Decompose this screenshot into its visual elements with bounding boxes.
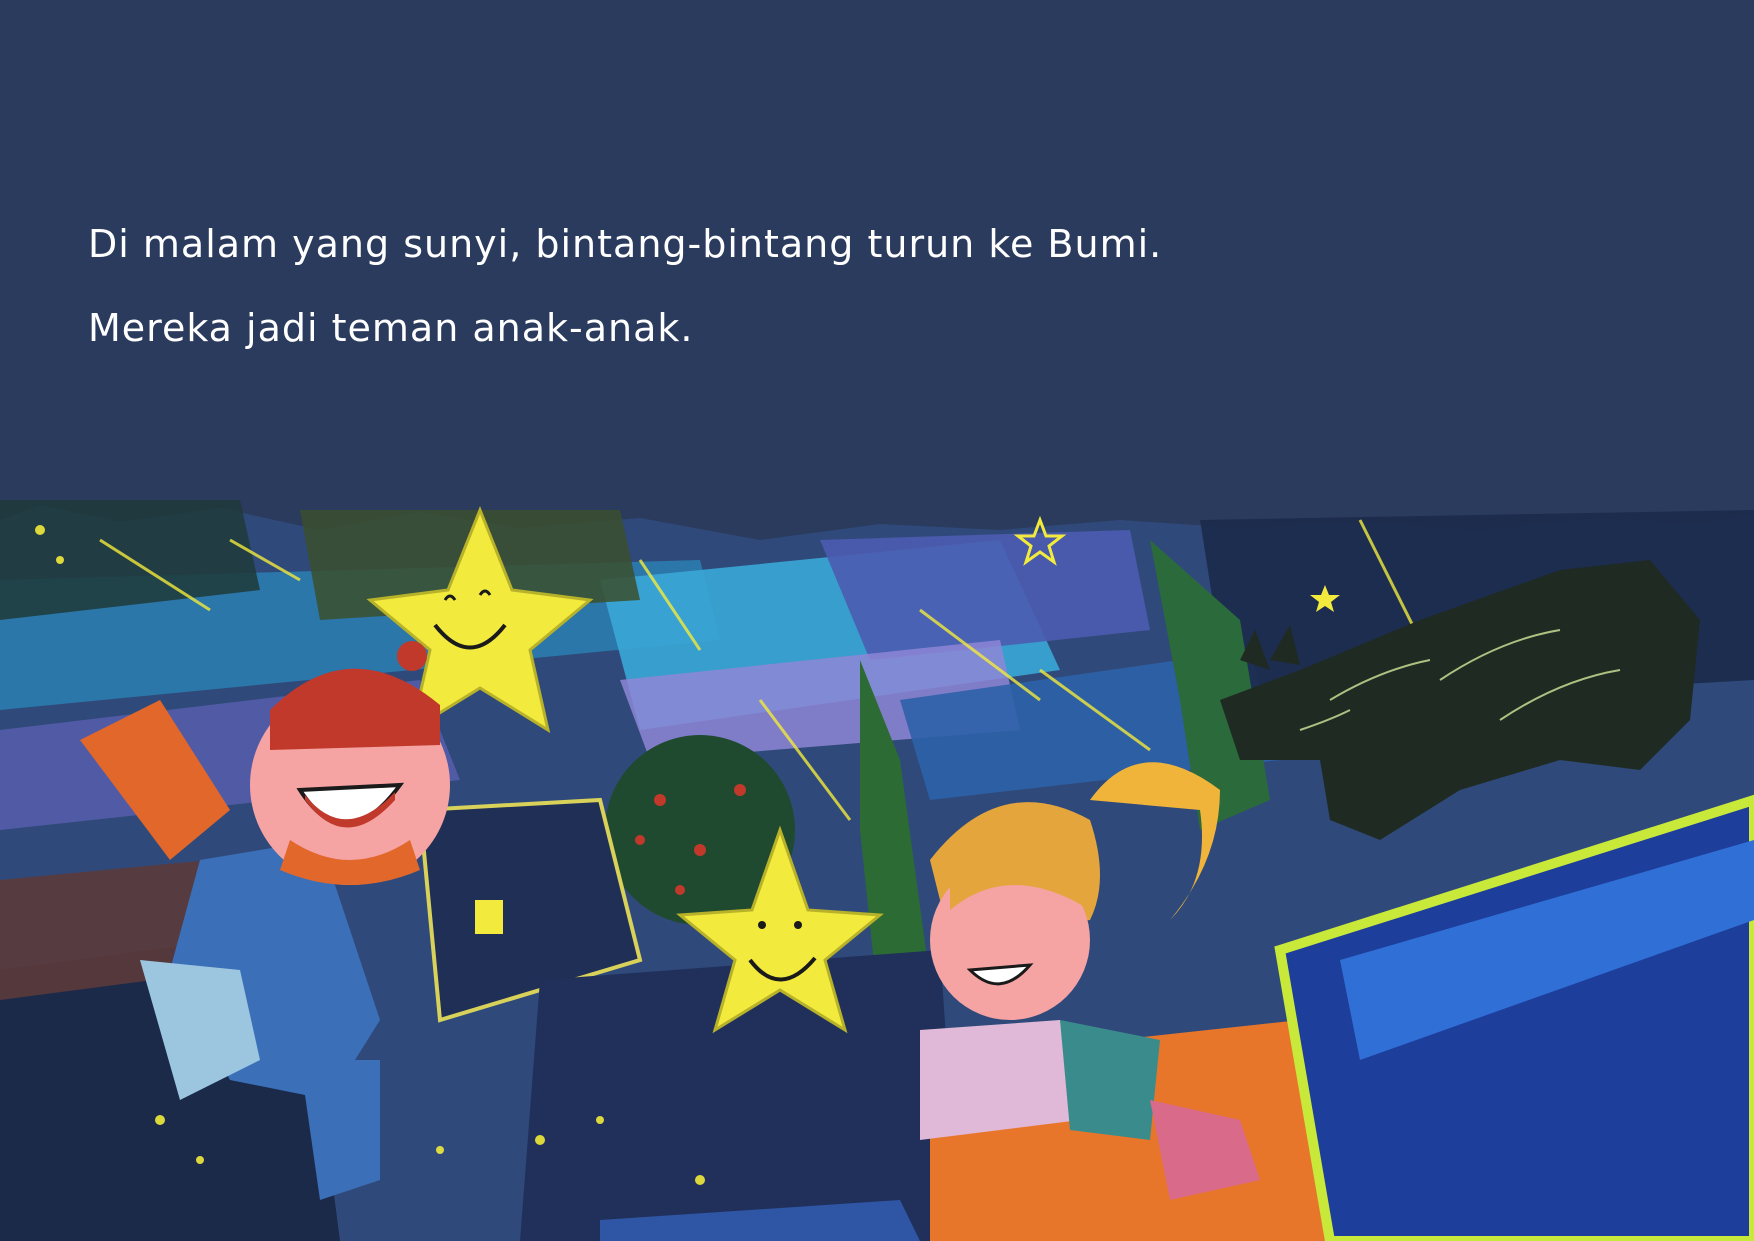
storybook-page: Di malam yang sunyi, bintang-bintang tur…: [0, 0, 1754, 1241]
house-window: [475, 900, 503, 934]
night-scene-illustration: [0, 500, 1754, 1241]
story-line-2: Mereka jadi teman anak-anak.: [88, 305, 694, 350]
story-text: Di malam yang sunyi, bintang-bintang tur…: [88, 222, 1388, 389]
night-scene-svg: [0, 500, 1754, 1241]
story-line-1: Di malam yang sunyi, bintang-bintang tur…: [88, 222, 1163, 266]
